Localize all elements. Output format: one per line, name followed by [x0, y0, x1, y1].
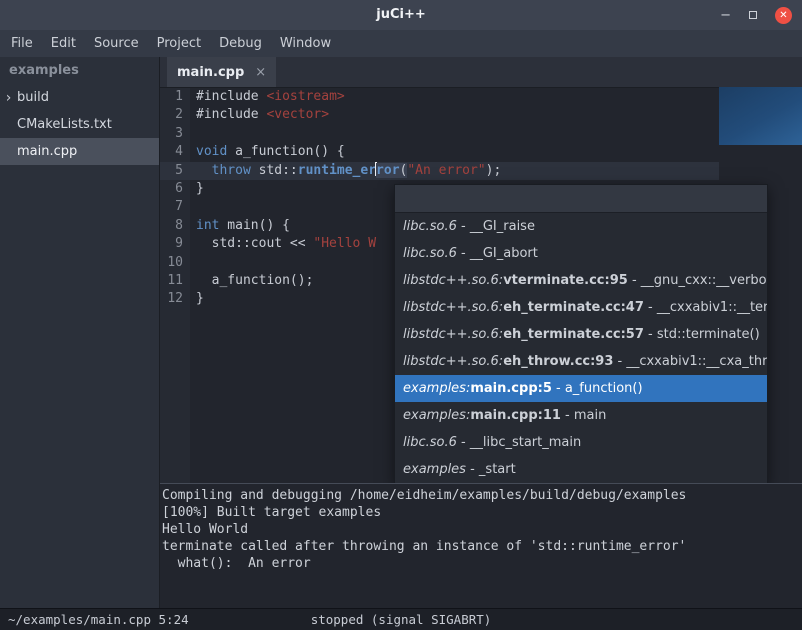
code-line[interactable]: 5 throw std::runtime_error("An error"); [160, 162, 802, 180]
line-number: 11 [160, 272, 190, 290]
app-window: juCi++ − ✕ FileEditSourceProjectDebugWin… [0, 0, 802, 630]
line-number: 6 [160, 180, 190, 198]
sidebar-item-build[interactable]: ›build [0, 84, 159, 111]
line-number: 5 [160, 162, 190, 180]
code-text: std::cout << "Hello W [190, 235, 376, 253]
tree-item-label: CMakeLists.txt [17, 117, 112, 132]
restore-box-icon [749, 11, 757, 19]
menu-edit[interactable]: Edit [42, 30, 85, 57]
console-output[interactable]: Compiling and debugging /home/eidheim/ex… [160, 483, 802, 608]
restore-icon[interactable] [749, 11, 757, 19]
sidebar: examples ›build CMakeLists.txt main.cpp [0, 57, 160, 608]
menu-source[interactable]: Source [85, 30, 148, 57]
sidebar-item-main-cpp[interactable]: main.cpp [0, 138, 159, 165]
stack-frame-item[interactable]: libstdc++.so.6:eh_throw.cc:93 - __cxxabi… [395, 348, 767, 375]
code-line[interactable]: 4void a_function() { [160, 143, 802, 161]
code-text [190, 125, 196, 143]
stack-frame-item[interactable]: examples:main.cpp:11 - main [395, 402, 767, 429]
stack-frame-item[interactable]: examples:main.cpp:5 - a_function() [395, 375, 767, 402]
console-line: terminate called after throwing an insta… [162, 538, 802, 555]
titlebar[interactable]: juCi++ − ✕ [0, 0, 802, 30]
line-number: 7 [160, 198, 190, 216]
console-line: Hello World [162, 521, 802, 538]
window-title: juCi++ [0, 0, 802, 30]
tree-item-label: build [17, 90, 49, 105]
tab-close-icon[interactable]: × [255, 65, 266, 80]
statusbar: ~/examples/main.cpp 5:24 stopped (signal… [0, 608, 802, 630]
stack-frame-item[interactable]: libc.so.6 - __libc_start_main [395, 429, 767, 456]
tabbar: main.cpp × [160, 57, 802, 88]
menu-file[interactable]: File [2, 30, 42, 57]
code-text [190, 198, 196, 216]
stack-frame-item[interactable]: libc.so.6 - __GI_abort [395, 240, 767, 267]
chevron-right-icon[interactable]: › [0, 90, 17, 106]
status-file-position: ~/examples/main.cpp 5:24 [8, 612, 189, 627]
popup-filter-input[interactable] [395, 185, 767, 213]
code-line[interactable]: 2#include <vector> [160, 106, 802, 124]
stack-frame-item[interactable]: libstdc++.so.6:vterminate.cc:95 - __gnu_… [395, 267, 767, 294]
code-text [190, 254, 196, 272]
code-line[interactable]: 3 [160, 125, 802, 143]
file-tree: ›build CMakeLists.txt main.cpp [0, 84, 159, 165]
line-number: 10 [160, 254, 190, 272]
code-text: #include <vector> [190, 106, 329, 124]
tab-label: main.cpp [177, 65, 244, 80]
menu-debug[interactable]: Debug [210, 30, 271, 57]
menu-window[interactable]: Window [271, 30, 340, 57]
doc-tooltip [719, 87, 802, 145]
tree-item-label: main.cpp [17, 144, 77, 159]
code-text: throw std::runtime_error("An error"); [190, 162, 501, 180]
sidebar-item-cmakelists-txt[interactable]: CMakeLists.txt [0, 111, 159, 138]
stack-trace-popup: libc.so.6 - __GI_raiselibc.so.6 - __GI_a… [394, 184, 768, 484]
line-number: 3 [160, 125, 190, 143]
stack-frame-item[interactable]: libstdc++.so.6:eh_terminate.cc:57 - std:… [395, 321, 767, 348]
window-controls: − ✕ [720, 0, 792, 30]
code-text: void a_function() { [190, 143, 345, 161]
code-text: a_function(); [190, 272, 313, 290]
code-text: } [190, 290, 204, 308]
close-icon[interactable]: ✕ [775, 7, 792, 24]
line-number: 4 [160, 143, 190, 161]
code-line[interactable]: 1#include <iostream> [160, 88, 802, 106]
sidebar-header: examples [0, 57, 159, 84]
minimize-icon[interactable]: − [720, 8, 731, 23]
stack-frame-item[interactable]: examples - _start [395, 456, 767, 483]
code-text: int main() { [190, 217, 290, 235]
console-line: [100%] Built target examples [162, 504, 802, 521]
line-number: 2 [160, 106, 190, 124]
stack-list: libc.so.6 - __GI_raiselibc.so.6 - __GI_a… [395, 213, 767, 483]
line-number: 8 [160, 217, 190, 235]
code-text: } [190, 180, 204, 198]
menu-project[interactable]: Project [148, 30, 210, 57]
status-debug-state: stopped (signal SIGABRT) [311, 612, 492, 627]
tab-main-cpp[interactable]: main.cpp × [167, 57, 276, 87]
line-number: 1 [160, 88, 190, 106]
stack-frame-item[interactable]: libstdc++.so.6:eh_terminate.cc:47 - __cx… [395, 294, 767, 321]
console-line: Compiling and debugging /home/eidheim/ex… [162, 487, 802, 504]
stack-frame-item[interactable]: libc.so.6 - __GI_raise [395, 213, 767, 240]
line-number: 12 [160, 290, 190, 308]
line-number: 9 [160, 235, 190, 253]
code-text: #include <iostream> [190, 88, 345, 106]
menubar: FileEditSourceProjectDebugWindow [0, 30, 802, 57]
console-line: what(): An error [162, 555, 802, 572]
